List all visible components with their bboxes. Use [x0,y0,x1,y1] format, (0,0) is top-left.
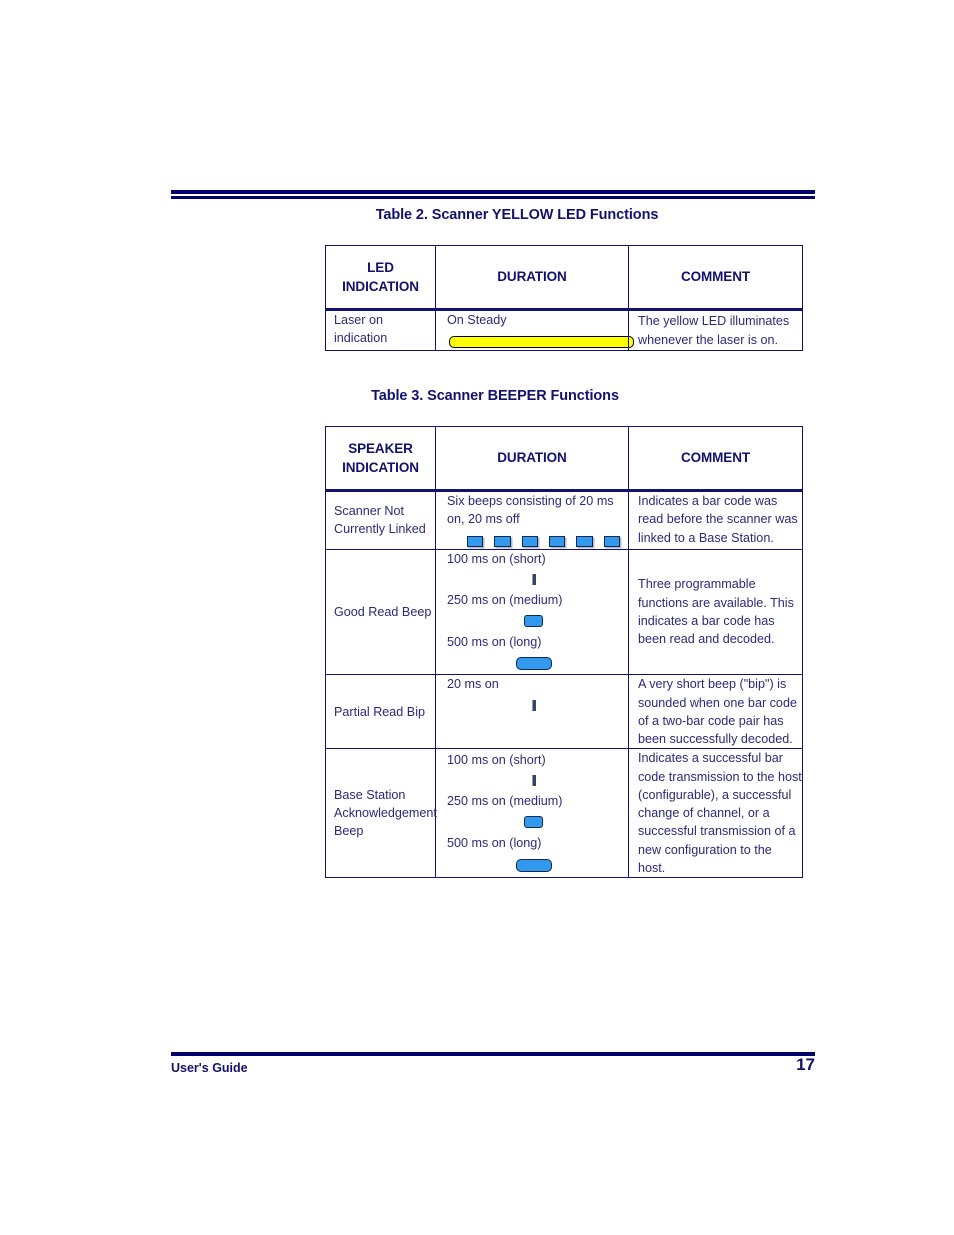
table-row: Scanner Not Currently Linked Six beeps c… [325,490,803,550]
medium-beep-indicator [447,609,620,633]
cell-duration: 100 ms on (short) 250 ms on (medium) 500… [435,548,629,676]
header-duration: DURATION [435,426,629,492]
header-rule [171,190,815,199]
table-row: Good Read Beep 100 ms on (short) 250 ms … [325,548,803,676]
short-beep-tick-icon [531,775,536,786]
duration-short-label: 100 ms on (short) [447,752,546,767]
footer-guide-label: User's Guide [171,1061,248,1075]
six-beeps-indicator-icon [467,535,620,547]
duration-long-label: 500 ms on (long) [447,635,542,649]
duration-text: 20 ms on [447,677,499,692]
cell-indication: Base Station Acknowledgement Beep [325,748,437,878]
header-rule-thin [171,196,815,199]
duration-medium-label: 250 ms on (medium) [447,794,563,808]
long-beep-indicator [447,853,620,876]
duration-medium-label: 250 ms on (medium) [447,592,563,607]
medium-beep-bar-icon [524,615,543,627]
cell-indication: Partial Read Bip [325,674,436,750]
cell-comment: Indicates a successful bar code transmis… [628,748,803,878]
header-led-indication: LED INDICATION [325,245,436,311]
beep-square-icon [467,535,484,547]
duration-long-label: 500 ms on (long) [447,836,542,851]
long-beep-indicator [447,651,620,674]
table-row: Partial Read Bip 20 ms on A very short b… [325,674,803,750]
header-led-indication-line2: INDICATION [342,279,419,294]
cell-indication: Laser on indication [325,308,436,352]
table3-caption: Table 3. Scanner BEEPER Functions [371,388,619,404]
cell-comment: Three programmable functions are availab… [628,548,803,676]
cell-duration: 20 ms on [435,674,629,750]
short-beep-tick-icon [531,573,536,585]
table-row: Laser on indication On Steady The yellow… [325,308,803,352]
table-header-row: LED INDICATION DURATION COMMENT [325,245,803,311]
short-beep-indicator [447,568,620,591]
beep-square-icon [548,535,566,547]
scanner-beeper-table: SPEAKER INDICATION DURATION COMMENT Scan… [325,426,803,878]
beep-square-icon [494,535,511,547]
header-speaker-indication-line1: SPEAKER [348,440,413,456]
header-speaker-indication-line2: INDICATION [342,460,419,475]
beep-square-icon [521,535,538,547]
duration-stack: 100 ms on (short) 250 ms on (medium) 500… [447,751,620,876]
duration-short-label: 100 ms on (short) [447,551,546,566]
duration-text: Six beeps consisting of 20 ms on, 20 ms … [447,494,614,527]
duration-text: On Steady [447,313,507,327]
cell-comment: Indicates a bar code was read before the… [628,490,803,550]
page-number: 17 [796,1055,815,1074]
header-comment: COMMENT [628,426,803,492]
table2-caption: Table 2. Scanner YELLOW LED Functions [375,207,659,223]
cell-indication: Good Read Beep [325,548,436,676]
header-speaker-indication: SPEAKER INDICATION [325,426,436,492]
single-bip-indicator [447,694,620,717]
long-beep-bar-icon [515,657,552,671]
header-comment: COMMENT [628,245,803,311]
cell-comment: The yellow LED illuminates whenever the … [628,308,803,352]
scanner-yellow-led-table: LED INDICATION DURATION COMMENT Laser on… [325,245,803,352]
yellow-led-steady-bar-icon [449,336,634,349]
cell-comment: A very short beep ("bip") is sounded whe… [628,674,803,750]
short-beep-indicator [447,769,620,792]
table-header-row: SPEAKER INDICATION DURATION COMMENT [325,426,803,492]
page: Table 2. Scanner YELLOW LED Functions LE… [0,0,954,1235]
short-beep-tick-icon [531,699,536,711]
cell-indication: Scanner Not Currently Linked [325,490,436,550]
long-beep-bar-icon [515,858,552,872]
cell-duration: 100 ms on (short) 250 ms on (medium) 500… [435,748,629,878]
table-row: Base Station Acknowledgement Beep 100 ms… [325,748,803,878]
medium-beep-indicator [447,810,620,834]
beep-square-icon [576,535,593,547]
header-led-indication-line1: LED [367,259,394,275]
medium-beep-bar-icon [524,816,543,829]
cell-duration: On Steady [435,308,634,352]
beep-square-icon [603,535,620,547]
cell-duration: Six beeps consisting of 20 ms on, 20 ms … [435,490,629,550]
duration-stack: 100 ms on (short) 250 ms on (medium) 500… [447,550,620,675]
header-duration: DURATION [435,245,629,311]
